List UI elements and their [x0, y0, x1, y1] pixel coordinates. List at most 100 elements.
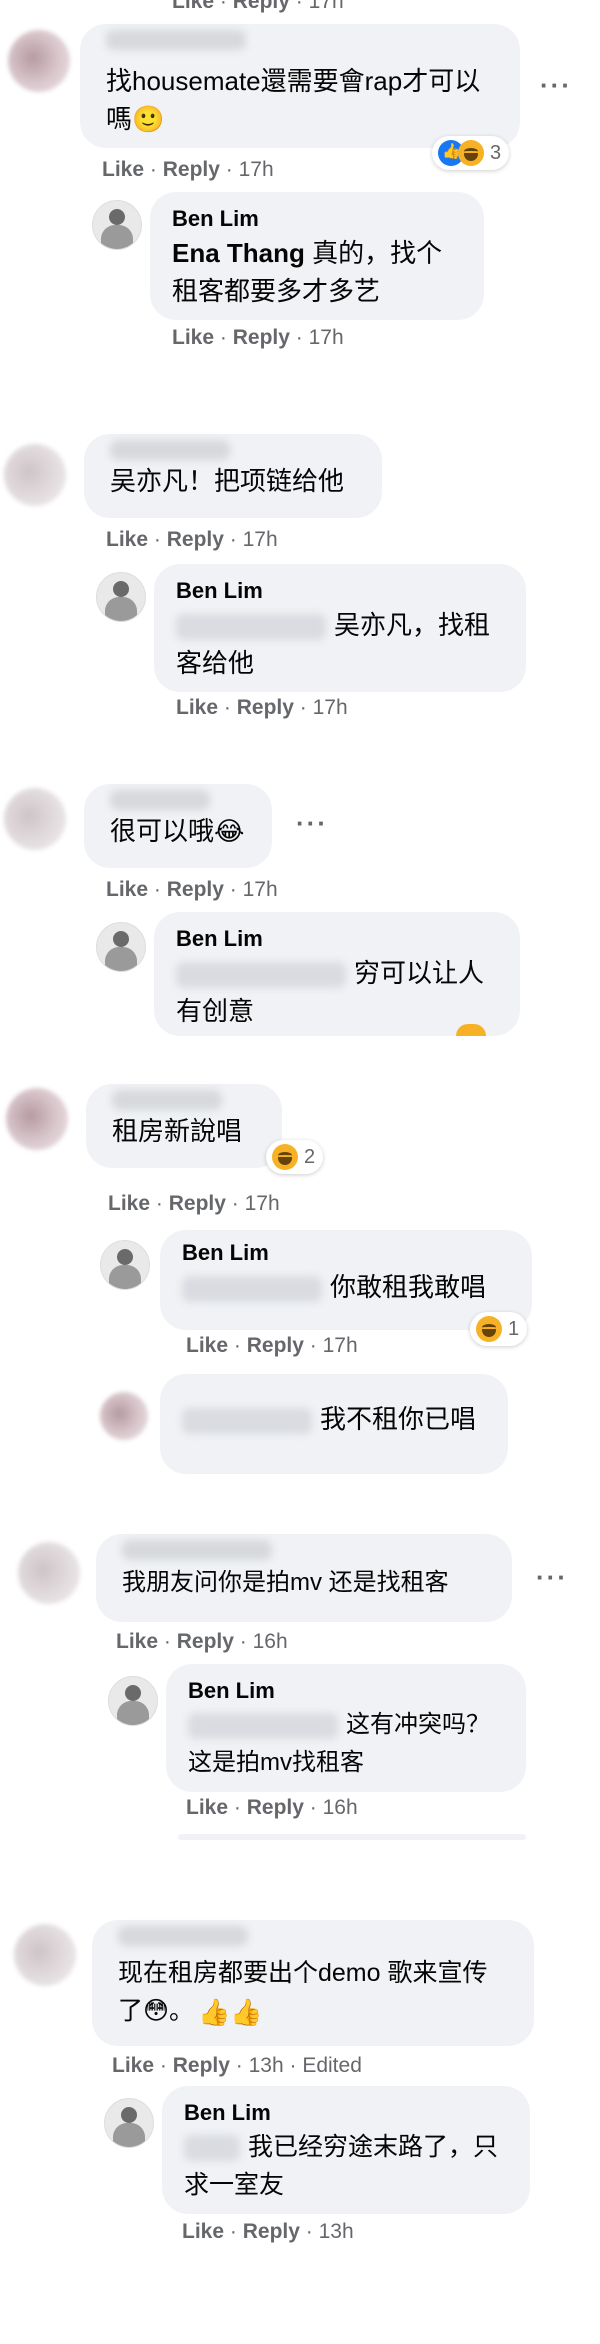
reaction-count: 1: [508, 1317, 520, 1340]
comment-meta: Like · Reply · 17h: [106, 878, 278, 901]
like-link[interactable]: Like: [106, 528, 148, 551]
avatar[interactable]: [14, 1924, 76, 1986]
reply-time: 17h: [308, 326, 344, 349]
avatar[interactable]: [6, 1088, 68, 1150]
reply-author-name[interactable]: Ben Lim: [176, 576, 504, 606]
haha-reaction-icon: [476, 1316, 502, 1342]
comment-meta: Like · Reply · 17h: [106, 528, 278, 551]
reply-link[interactable]: Reply: [247, 1796, 304, 1819]
avatar[interactable]: [100, 1392, 148, 1440]
like-link[interactable]: Like: [172, 0, 214, 13]
mention-link[interactable]: Ena Thang: [172, 238, 305, 268]
reaction-emoji-partial[interactable]: [456, 1024, 486, 1036]
reply-link[interactable]: Reply: [177, 1630, 234, 1653]
like-link[interactable]: Like: [176, 696, 218, 719]
like-link[interactable]: Like: [186, 1334, 228, 1357]
commenter-name-blurred[interactable]: [106, 30, 246, 50]
reply-author-name[interactable]: Ben Lim: [172, 204, 462, 234]
more-options-icon[interactable]: ···: [536, 1562, 568, 1593]
like-link[interactable]: Like: [112, 2054, 154, 2077]
comment-bubble: 租房新說唱: [86, 1084, 282, 1168]
commenter-name-blurred[interactable]: [110, 440, 230, 460]
reply-author-name[interactable]: Ben Lim: [188, 1676, 504, 1706]
comment-bubble: 我朋友问你是拍mv 还是找租客: [96, 1534, 512, 1622]
comment-text: 找housemate還需要會rap才可以嗎🙂: [106, 66, 481, 134]
commenter-name-blurred[interactable]: [112, 1090, 222, 1110]
comment-time: 17h: [244, 1192, 280, 1215]
reply-link[interactable]: Reply: [243, 2220, 300, 2243]
reply-link[interactable]: Reply: [163, 158, 220, 181]
commenter-name-blurred[interactable]: [122, 1540, 272, 1560]
reply-bubble: Ben Lim 这有冲突吗？这是拍mv找租客: [166, 1664, 526, 1792]
reply-author-name[interactable]: Ben Lim: [176, 924, 498, 954]
like-link[interactable]: Like: [186, 1796, 228, 1819]
haha-reaction-icon: [272, 1144, 298, 1170]
reply-link[interactable]: Reply: [167, 528, 224, 551]
commenter-name-blurred[interactable]: [118, 1926, 248, 1946]
avatar-ben-lim[interactable]: [104, 2098, 154, 2148]
like-link[interactable]: Like: [116, 1630, 158, 1653]
reaction-summary[interactable]: 3: [432, 136, 510, 170]
mention-blurred[interactable]: [184, 2135, 240, 2162]
comment-time: 16h: [252, 1630, 288, 1653]
reply-meta: Like · Reply · 13h: [182, 2220, 354, 2243]
reply-meta: Like · Reply · 16h: [186, 1796, 358, 1819]
reply-link[interactable]: Reply: [237, 696, 294, 719]
like-link[interactable]: Like: [182, 2220, 224, 2243]
reply-meta: Like · Reply · 17h: [176, 696, 348, 719]
comment-time: 17h: [242, 528, 278, 551]
more-options-icon[interactable]: ···: [540, 70, 572, 101]
reply-link[interactable]: Reply: [247, 1334, 304, 1357]
like-link[interactable]: Like: [106, 878, 148, 901]
more-options-icon[interactable]: ···: [296, 808, 328, 839]
haha-reaction-icon: [458, 140, 484, 166]
mention-blurred[interactable]: [176, 614, 326, 641]
commenter-name-blurred[interactable]: [182, 1408, 312, 1435]
reply-time: 17h: [322, 1334, 358, 1357]
reply-link[interactable]: Reply: [169, 1192, 226, 1215]
avatar[interactable]: [18, 1542, 80, 1604]
comment-time: 17h: [308, 0, 344, 13]
reply-author-name[interactable]: Ben Lim: [182, 1238, 510, 1268]
reply-time: 16h: [322, 1796, 358, 1819]
like-link[interactable]: Like: [172, 326, 214, 349]
reply-author-name[interactable]: Ben Lim: [184, 2098, 508, 2128]
avatar-ben-lim[interactable]: [92, 200, 142, 250]
reply-time: 17h: [312, 696, 348, 719]
comment-text: 我朋友问你是拍mv 还是找租客: [122, 1569, 449, 1596]
reply-link[interactable]: Reply: [233, 0, 290, 13]
thumbs-up-emoji-icon: 👍: [198, 1997, 231, 2028]
reply-link[interactable]: Reply: [167, 878, 224, 901]
avatar[interactable]: [8, 30, 70, 92]
commenter-name-blurred[interactable]: [110, 790, 210, 810]
mention-blurred[interactable]: [182, 1276, 322, 1303]
comment-bubble: 很可以哦😂: [84, 784, 272, 868]
comment-meta: Like · Reply · 13h · Edited: [112, 2054, 362, 2077]
mention-blurred[interactable]: [176, 962, 346, 989]
avatar-ben-lim[interactable]: [96, 572, 146, 622]
comment-time: 13h: [248, 2054, 284, 2077]
edited-label: Edited: [302, 2054, 362, 2077]
reaction-count: 2: [304, 1145, 316, 1168]
reaction-summary[interactable]: 1: [470, 1312, 528, 1346]
like-link[interactable]: Like: [108, 1192, 150, 1215]
mention-blurred[interactable]: [188, 1712, 338, 1739]
avatar-ben-lim[interactable]: [100, 1240, 150, 1290]
reply-bubble: Ben Lim 穷可以让人有创意: [154, 912, 520, 1036]
reply-link[interactable]: Reply: [173, 2054, 230, 2077]
reaction-summary[interactable]: 2: [266, 1140, 324, 1174]
comment-bubble: 现在租房都要出个demo 歌来宣传了😳。 👍👍: [92, 1920, 534, 2046]
like-link[interactable]: Like: [102, 158, 144, 181]
collapsed-reply-edge: [178, 1834, 526, 1840]
comment-time: 17h: [242, 878, 278, 901]
comment-time: 17h: [238, 158, 274, 181]
avatar-ben-lim[interactable]: [96, 922, 146, 972]
reply-meta: Like · Reply · 17h: [172, 326, 344, 349]
comment-meta: Like · Reply · 17h: [102, 158, 274, 181]
thumbs-up-emoji-icon: 👍: [230, 1997, 263, 2028]
avatar[interactable]: [4, 444, 66, 506]
avatar[interactable]: [4, 788, 66, 850]
reply-link[interactable]: Reply: [233, 326, 290, 349]
avatar-ben-lim[interactable]: [108, 1676, 158, 1726]
reply-bubble: 我不租你已唱: [160, 1374, 508, 1474]
